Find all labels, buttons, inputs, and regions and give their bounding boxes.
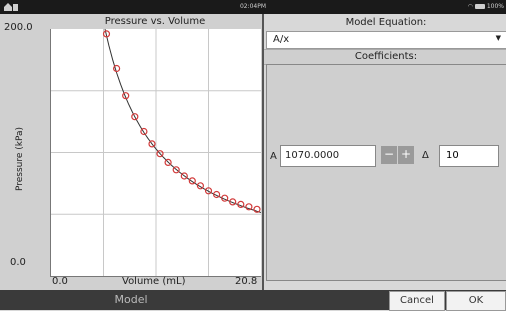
model-equation-value: A/x	[273, 34, 290, 45]
chart-title: Pressure vs. Volume	[104, 16, 206, 27]
increment-button[interactable]: +	[398, 146, 414, 164]
coefficients-label: Coefficients:	[264, 49, 506, 65]
coefficients-area: A 1070.0000 − + Δ 10	[266, 64, 506, 281]
data-point	[112, 64, 121, 73]
coefficient-name: A	[270, 151, 277, 162]
battery-percent: 100%	[486, 3, 504, 10]
plot-area[interactable]	[50, 29, 261, 277]
coefficient-a-input[interactable]: 1070.0000	[280, 145, 376, 167]
x-tick-max: 20.8	[235, 276, 258, 287]
y-tick-max: 200.0	[4, 22, 33, 33]
delta-value: 10	[446, 150, 459, 161]
grid	[51, 29, 261, 276]
data-points	[102, 30, 261, 213]
x-tick-min: 0.0	[52, 276, 68, 287]
data-point	[188, 177, 196, 185]
fit-curve	[104, 29, 261, 213]
model-equation-label: Model Equation:	[345, 17, 427, 28]
status-bar: 02:04PM ◠ 100%	[0, 0, 506, 14]
delta-label: Δ	[422, 150, 429, 161]
model-title: Model	[114, 293, 148, 306]
status-indicators: ◠ 100%	[468, 3, 504, 10]
model-equation-dropdown[interactable]: A/x ▼	[266, 31, 506, 49]
model-panel: Model Equation: A/x ▼ Coefficients: A 10…	[262, 14, 506, 290]
ok-button[interactable]: OK	[446, 291, 506, 311]
chevron-down-icon: ▼	[495, 34, 501, 42]
battery-icon	[474, 4, 485, 9]
x-axis-label: Volume (mL)	[122, 276, 186, 287]
decrement-button[interactable]: −	[381, 146, 397, 164]
coefficient-a-value: 1070.0000	[285, 150, 340, 161]
wifi-icon: ◠	[467, 3, 473, 10]
y-axis-label: Pressure (kPa)	[15, 126, 25, 192]
graph-panel: Pressure vs. Volume 200.0 0.0 Pressure (…	[0, 14, 262, 290]
cancel-button[interactable]: Cancel	[389, 291, 445, 311]
bottom-bar: Model Cancel OK	[0, 290, 506, 311]
delta-input[interactable]: 10	[439, 145, 499, 167]
clock: 02:04PM	[239, 3, 267, 10]
y-tick-min: 0.0	[10, 257, 26, 268]
